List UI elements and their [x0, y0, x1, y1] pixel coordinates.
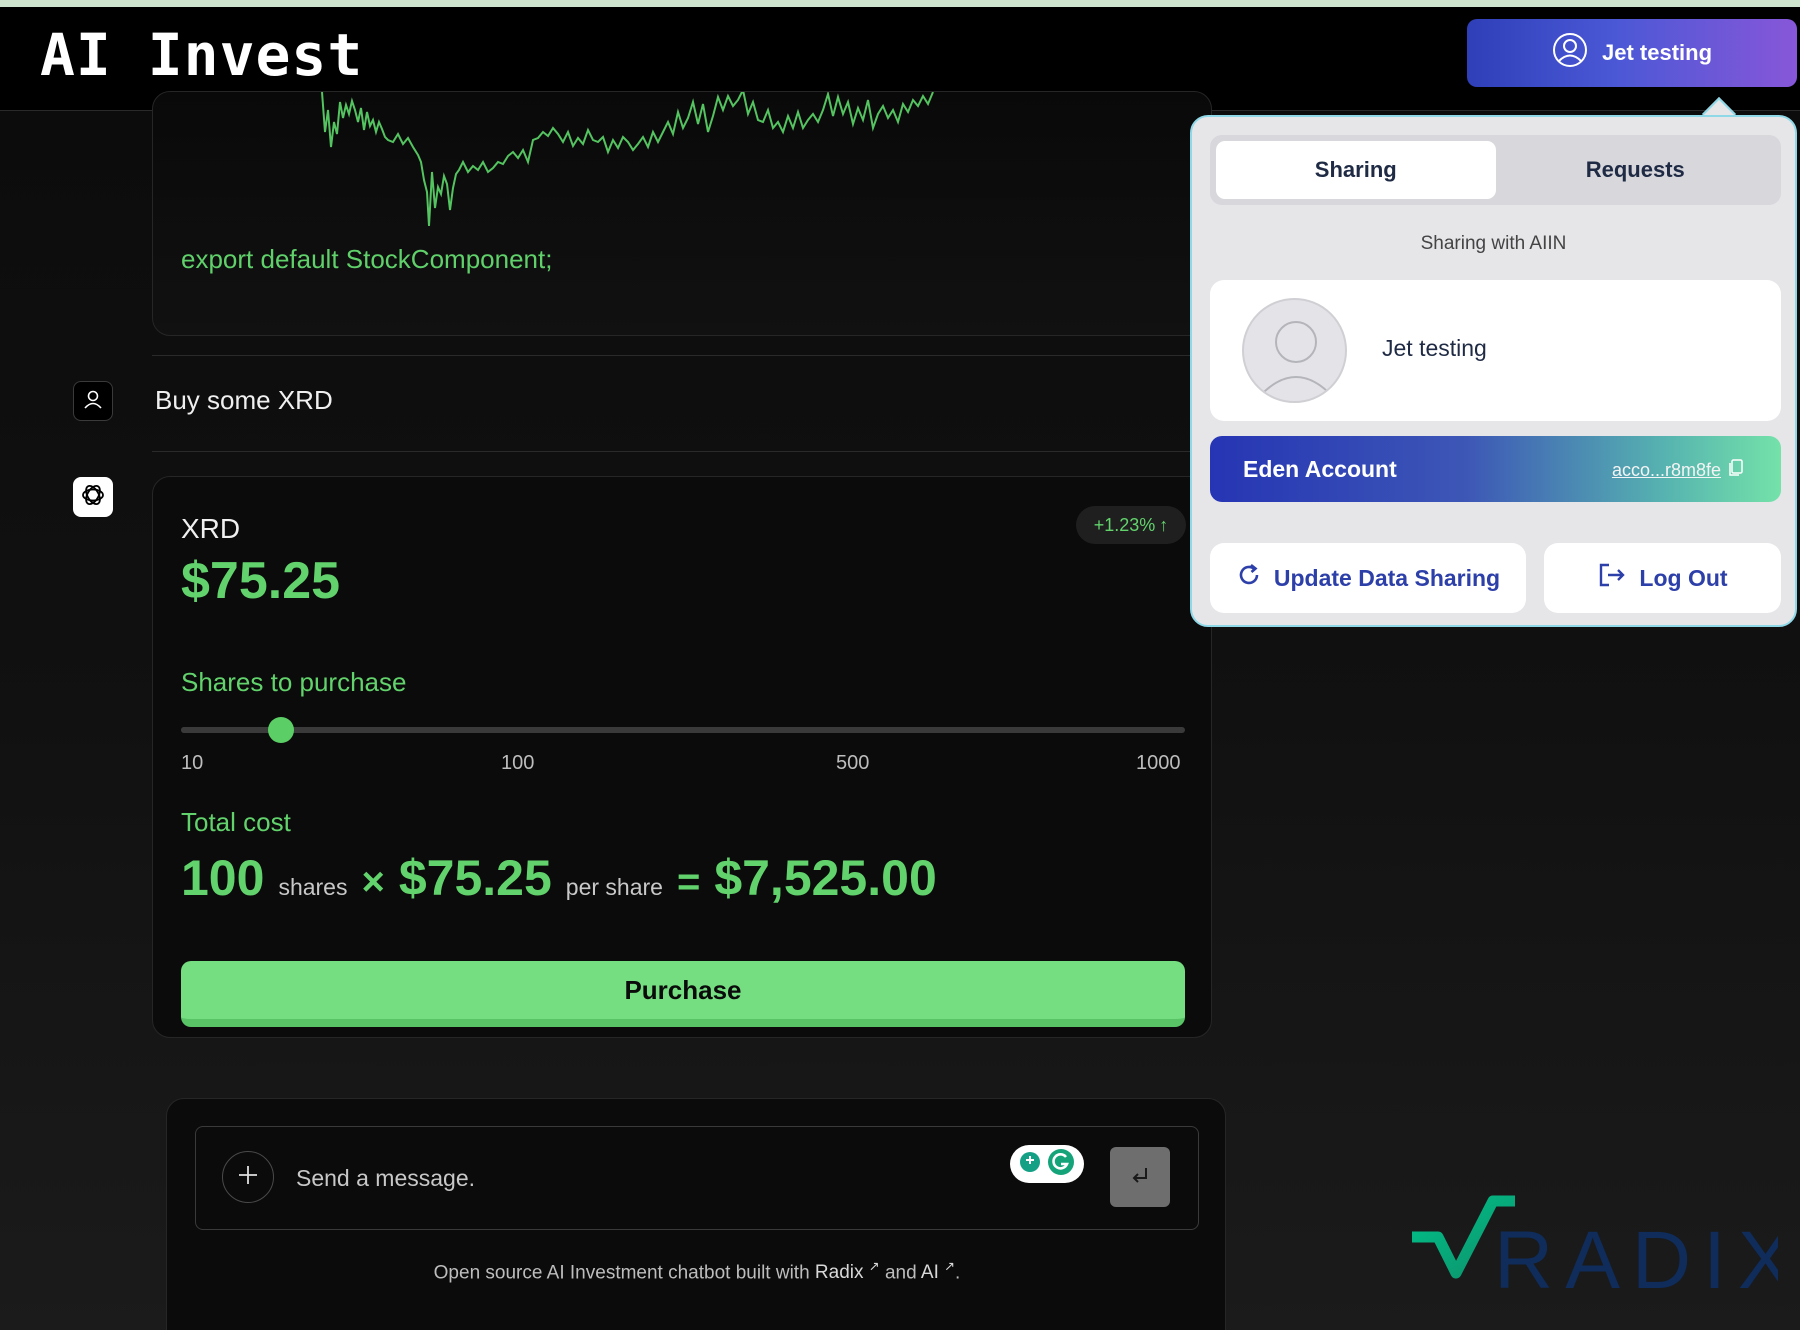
eden-account-bar: Eden Account acco...r8m8fe: [1210, 436, 1781, 502]
shares-slider[interactable]: [181, 717, 1185, 743]
code-preview-sparkline: [321, 92, 934, 227]
price-change-value: +1.23%: [1093, 514, 1156, 535]
unit-price: $75.25: [398, 850, 552, 906]
message-input[interactable]: [296, 1155, 996, 1201]
footer-prefix: Open source AI Investment chatbot built …: [433, 1262, 810, 1284]
account-dropdown: Sharing Requests Sharing with AIIN Jet t…: [1190, 115, 1797, 627]
send-button[interactable]: [1110, 1147, 1170, 1207]
profile-avatar: [1242, 298, 1347, 403]
code-line: export default StockComponent;: [181, 244, 553, 274]
footer-note: Open source AI Investment chatbot built …: [167, 1259, 1227, 1284]
user-icon: [81, 387, 105, 416]
user-circle-icon: [1552, 32, 1588, 74]
slider-tick: 100: [501, 752, 535, 774]
message-divider: [152, 451, 1212, 452]
total-cost-label: Total cost: [181, 807, 291, 837]
bulb-icon: [1019, 1151, 1041, 1178]
eden-account-label: Eden Account: [1243, 456, 1397, 482]
window-top-edge: [0, 0, 1800, 7]
stock-price: $75.25: [181, 552, 341, 610]
shares-unit: shares: [278, 874, 348, 900]
user-menu-label: Jet testing: [1601, 40, 1713, 65]
grammarly-icon: [1047, 1148, 1075, 1181]
radix-logo-text: RADIX: [1494, 1215, 1778, 1305]
default-avatar-icon: [1257, 321, 1335, 399]
profile-name: Jet testing: [1382, 335, 1487, 361]
shares-count: 100: [181, 850, 265, 906]
ai-link[interactable]: AI ↗: [920, 1259, 956, 1284]
dropdown-tabs: Sharing Requests: [1210, 135, 1781, 205]
copy-icon[interactable]: [1727, 458, 1745, 483]
plus-icon: [236, 1163, 260, 1192]
tab-sharing[interactable]: Sharing: [1216, 141, 1496, 199]
log-out-label: Log Out: [1639, 564, 1728, 591]
equals-sign: =: [676, 860, 701, 904]
update-data-sharing-label: Update Data Sharing: [1273, 564, 1501, 591]
update-data-sharing-button[interactable]: Update Data Sharing: [1210, 543, 1526, 613]
stock-purchase-card: XRD $75.25 +1.23% ↑ Shares to purchase 1…: [152, 476, 1212, 1038]
eden-account-value: acco...r8m8fe: [1611, 460, 1721, 480]
shares-label: Shares to purchase: [181, 667, 407, 697]
refresh-icon: [1236, 562, 1262, 594]
code-output-card: export default StockComponent;: [152, 91, 1212, 336]
sharing-with-text: Sharing with AIIN: [1420, 233, 1567, 254]
sparkline-path: [321, 92, 934, 227]
total-cost-value: $7,525.00: [714, 850, 937, 906]
enter-icon: [1127, 1162, 1153, 1193]
external-link-icon: ↗: [868, 1259, 880, 1274]
purchase-button[interactable]: Purchase: [181, 961, 1185, 1027]
slider-tick: 1000: [1136, 752, 1181, 774]
profile-card: Jet testing: [1210, 280, 1781, 421]
external-link-icon: ↗: [944, 1259, 956, 1274]
radix-link-label: Radix: [814, 1262, 864, 1284]
message-divider: [152, 355, 1212, 356]
times-sign: ×: [361, 860, 385, 904]
message-input-panel: Open source AI Investment chatbot built …: [166, 1098, 1226, 1330]
log-out-button[interactable]: Log Out: [1544, 543, 1781, 613]
user-message: Buy some XRD: [155, 385, 333, 415]
total-cost-row: 100 shares × $75.25 per share = $7,525.0…: [181, 849, 937, 907]
radix-link[interactable]: Radix ↗: [814, 1259, 880, 1284]
footer-middle: and: [884, 1262, 917, 1284]
price-change-badge: +1.23% ↑: [1076, 506, 1186, 544]
openai-icon: [78, 480, 108, 515]
user-avatar: [73, 381, 113, 421]
tab-requests[interactable]: Requests: [1496, 141, 1776, 199]
assistant-avatar: [73, 477, 113, 517]
slider-tick: 10: [181, 752, 204, 774]
app-title: AI Invest: [40, 21, 364, 89]
slider-thumb[interactable]: [268, 717, 295, 743]
user-menu-button[interactable]: Jet testing: [1467, 19, 1797, 87]
radix-logo: RADIX: [1408, 1195, 1793, 1310]
eden-account-address[interactable]: acco...r8m8fe: [1612, 458, 1745, 483]
message-input-box: [195, 1126, 1199, 1230]
add-attachment-button[interactable]: [222, 1151, 274, 1203]
stock-symbol: XRD: [181, 513, 241, 544]
footer-suffix: .: [955, 1262, 961, 1284]
grammarly-widget[interactable]: [1010, 1145, 1084, 1183]
slider-fill: [181, 727, 282, 733]
logout-icon: [1597, 561, 1627, 595]
ai-link-label: AI: [920, 1262, 939, 1284]
arrow-up-icon: ↑: [1159, 514, 1169, 535]
per-share-unit: per share: [565, 874, 663, 900]
slider-tick: 500: [836, 752, 870, 774]
